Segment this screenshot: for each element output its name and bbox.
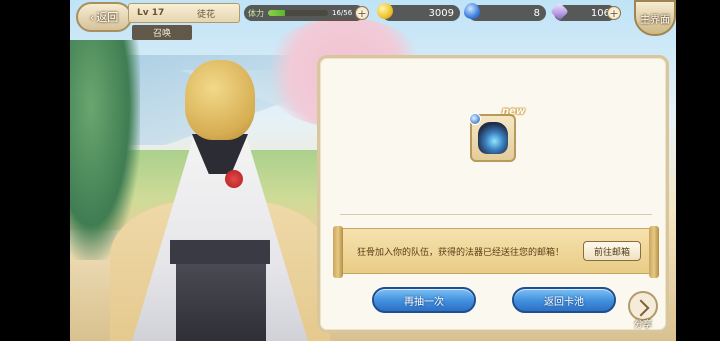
blue-spirit-vessel-icon (478, 122, 508, 154)
stamina-fill (268, 10, 286, 16)
coin-counter: 3009 (382, 5, 460, 21)
result-message: 狂骨加入你的队伍，获得的法器已经送往您的邮箱！ (357, 247, 565, 258)
home-button-label: 主界面 (640, 14, 670, 26)
drop-amount: 8 (533, 7, 540, 19)
player-level: Lv 17 (137, 8, 165, 18)
share-label: 分享 (633, 320, 652, 330)
character-sash (170, 240, 270, 264)
share-button[interactable]: 分享 (626, 291, 660, 331)
message-scroll: 狂骨加入你的队伍，获得的法器已经送往您的邮箱！ 前往邮箱 (333, 226, 659, 278)
coin-amount: 3009 (428, 7, 454, 19)
add-crystal-button[interactable]: + (607, 6, 621, 20)
player-name: 徒花 (196, 9, 215, 20)
draw-again-button[interactable]: 再抽一次 (372, 287, 476, 313)
character-hair (185, 60, 255, 140)
return-to-pool-button[interactable]: 返回卡池 (512, 287, 616, 313)
coin-icon (377, 3, 393, 19)
share-icon (632, 299, 650, 317)
summoned-character-portrait (110, 60, 310, 341)
stamina-label: 体力 (248, 8, 264, 18)
summon-result-panel: new 狂骨加入你的队伍，获得的法器已经送往您的邮箱！ 前往邮箱 再抽一次 返回… (317, 55, 669, 333)
stamina-value: 16/56 (332, 9, 353, 17)
add-stamina-button[interactable]: + (355, 6, 369, 20)
blue-drop-icon (464, 3, 480, 19)
chevron-left-icon: ‹ (89, 10, 95, 24)
rarity-gem-icon (469, 113, 481, 125)
left-letterbox (0, 0, 70, 341)
plus-icon: + (609, 6, 619, 20)
panel-divider (340, 214, 652, 215)
reward-item-card[interactable]: new (469, 106, 525, 162)
plus-icon: + (357, 6, 367, 20)
player-info-panel: Lv 17 徒花 (128, 3, 240, 23)
right-letterbox (676, 0, 720, 341)
go-to-mailbox-button[interactable]: 前往邮箱 (583, 241, 641, 261)
back-button-label: 返回 (96, 11, 119, 24)
summon-mode-tab: 召唤 (132, 25, 192, 40)
character-hakama (176, 264, 266, 341)
back-button[interactable]: ‹ 返回 (76, 2, 132, 32)
stamina-track (268, 10, 328, 16)
stamina-bar: 体力 16/56 (244, 5, 364, 21)
new-badge: new (502, 106, 526, 117)
red-flower-ornament (225, 170, 243, 188)
